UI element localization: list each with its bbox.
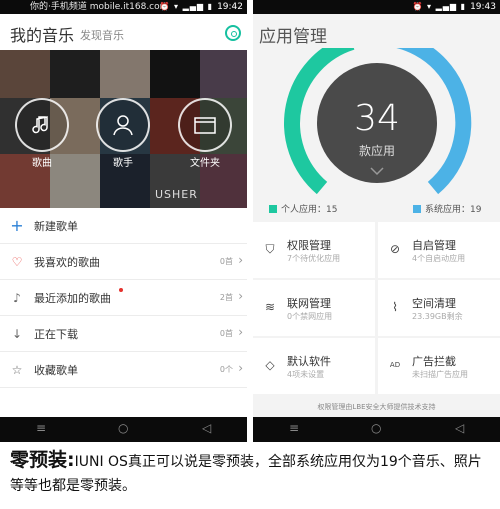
folder-icon <box>194 117 216 134</box>
list-item-new-playlist[interactable]: + 新建歌单 <box>0 208 247 244</box>
music-note-icon <box>32 116 48 134</box>
caption: 零预装:IUNI OS真正可以说是零预装，全部系统应用仅为19个音乐、照片等等也… <box>10 448 495 498</box>
songs-label: 歌曲 <box>32 158 52 169</box>
tile-subtitle: 23.39GB剩余 <box>412 312 463 321</box>
list-item-downloading[interactable]: ↓ 正在下载 0首 › <box>0 316 247 352</box>
legend-personal: 个人应用：15 <box>269 202 337 215</box>
shield-icon: ⛉ <box>265 242 275 256</box>
tile-subtitle: 0个禁网应用 <box>287 312 333 321</box>
star-icon: ☆ <box>11 363 23 377</box>
status-icons: ⏰ ▾ ▂▄▆ ▮ <box>159 2 213 11</box>
tile-storage-clean[interactable]: ⌇ 空间清理 23.39GB剩余 <box>378 280 500 336</box>
list-item-count: 0首 <box>219 257 233 266</box>
list-item-favorites[interactable]: ♡ 我喜欢的歌曲 0首 › <box>0 244 247 280</box>
folders-button[interactable] <box>178 98 232 152</box>
home-icon[interactable]: ○ <box>371 421 381 435</box>
diamond-icon: ◇ <box>265 358 275 372</box>
list-item-label: 收藏歌单 <box>34 364 78 377</box>
discover-music-tab[interactable]: 发现音乐 <box>80 27 124 43</box>
tile-ad-block[interactable]: AD 广告拦截 未扫描广告应用 <box>378 338 500 394</box>
list-item-label: 最近添加的歌曲 <box>34 292 111 305</box>
status-time: 19:42 <box>217 2 243 12</box>
tile-subtitle: 7个待优化应用 <box>287 254 341 263</box>
wifi-icon: ≋ <box>264 300 276 314</box>
music-file-icon: ♪ <box>13 291 21 305</box>
music-screen: 你的·手机频道 mobile.it168.com ⏰ ▾ ▂▄▆ ▮ 19:42… <box>0 0 247 442</box>
status-bar: ⏰ ▾ ▂▄▆ ▮ 19:43 <box>253 0 500 14</box>
tile-permissions[interactable]: ⛉ 权限管理 7个待优化应用 <box>253 222 375 278</box>
music-list: + 新建歌单 ♡ 我喜欢的歌曲 0首 › ♪ 最近添加的歌曲 2首 › ↓ 正在… <box>0 208 247 388</box>
tile-default-apps[interactable]: ◇ 默认软件 4项未设置 <box>253 338 375 394</box>
menu-icon[interactable]: ≡ <box>36 421 46 435</box>
list-item-label: 正在下载 <box>34 328 78 341</box>
songs-button[interactable] <box>15 98 69 152</box>
nav-bar: ≡ ○ ◁ <box>0 417 247 442</box>
tile-title: 自启管理 <box>412 239 456 252</box>
list-item-count: 2首 <box>219 293 233 302</box>
chevron-right-icon: › <box>238 361 243 375</box>
tile-network[interactable]: ≋ 联网管理 0个禁网应用 <box>253 280 375 336</box>
music-title: 我的音乐 <box>10 26 75 45</box>
watermark: 你的·手机频道 mobile.it168.com <box>30 2 169 12</box>
app-count-label: 款应用 <box>358 144 395 158</box>
artists-button[interactable] <box>96 98 150 152</box>
list-item-count: 0首 <box>219 329 233 338</box>
tile-title: 联网管理 <box>287 297 331 310</box>
list-item-label: 我喜欢的歌曲 <box>34 256 100 269</box>
back-icon[interactable]: ◁ <box>455 421 464 435</box>
list-item-recently-added[interactable]: ♪ 最近添加的歌曲 2首 › <box>0 280 247 316</box>
plus-icon: + <box>10 216 24 235</box>
chevron-right-icon: › <box>238 289 243 303</box>
nav-bar: ≡ ○ ◁ <box>253 417 500 442</box>
status-time: 19:43 <box>470 2 496 12</box>
new-badge-dot <box>119 288 123 292</box>
tile-subtitle: 4个自启动应用 <box>412 254 466 263</box>
chevron-right-icon: › <box>238 253 243 267</box>
download-icon: ↓ <box>11 327 23 341</box>
broom-icon: ⌇ <box>392 300 398 314</box>
list-item-label: 新建歌单 <box>34 220 78 233</box>
tile-title: 空间清理 <box>412 297 456 310</box>
artists-label: 歌手 <box>113 158 133 169</box>
page-title: 应用管理 <box>259 27 327 47</box>
folders-label: 文件夹 <box>190 158 220 169</box>
status-bar: 你的·手机频道 mobile.it168.com ⏰ ▾ ▂▄▆ ▮ 19:42 <box>0 0 247 14</box>
back-icon[interactable]: ◁ <box>202 421 211 435</box>
menu-icon[interactable]: ≡ <box>289 421 299 435</box>
tile-title: 默认软件 <box>287 355 331 368</box>
status-icons: ⏰ ▾ ▂▄▆ ▮ <box>412 2 466 11</box>
tile-autostart[interactable]: ⊘ 自启管理 4个自启动应用 <box>378 222 500 278</box>
tile-title: 广告拦截 <box>412 355 456 368</box>
tile-subtitle: 未扫描广告应用 <box>412 370 468 379</box>
list-item-count: 0个 <box>219 365 233 374</box>
legend-system: 系统应用：19 <box>413 202 481 215</box>
app-manager-screen: ⏰ ▾ ▂▄▆ ▮ 19:43 应用管理 34 款应用 个人应用：15 系统应用… <box>253 0 500 442</box>
autostart-icon: ⊘ <box>389 242 401 256</box>
tile-subtitle: 4项未设置 <box>287 370 325 379</box>
caption-text: IUNI OS真正可以说是零预装，全部系统应用仅为19个音乐、照片等等也都是零预… <box>10 454 482 494</box>
ad-icon: AD <box>389 361 401 369</box>
list-item-saved-playlists[interactable]: ☆ 收藏歌单 0个 › <box>0 352 247 388</box>
home-icon[interactable]: ○ <box>118 421 128 435</box>
app-count: 34 <box>354 98 400 139</box>
person-icon <box>113 115 133 136</box>
footer-credit: 权限管理由LBE安全大师提供技术支持 <box>317 403 436 411</box>
heart-icon: ♡ <box>11 255 23 269</box>
chevron-right-icon: › <box>238 325 243 339</box>
usher-album-text: USHER <box>155 188 198 201</box>
tile-title: 权限管理 <box>287 239 331 252</box>
caption-bold: 零预装: <box>10 449 75 471</box>
cd-icon[interactable] <box>225 25 241 41</box>
